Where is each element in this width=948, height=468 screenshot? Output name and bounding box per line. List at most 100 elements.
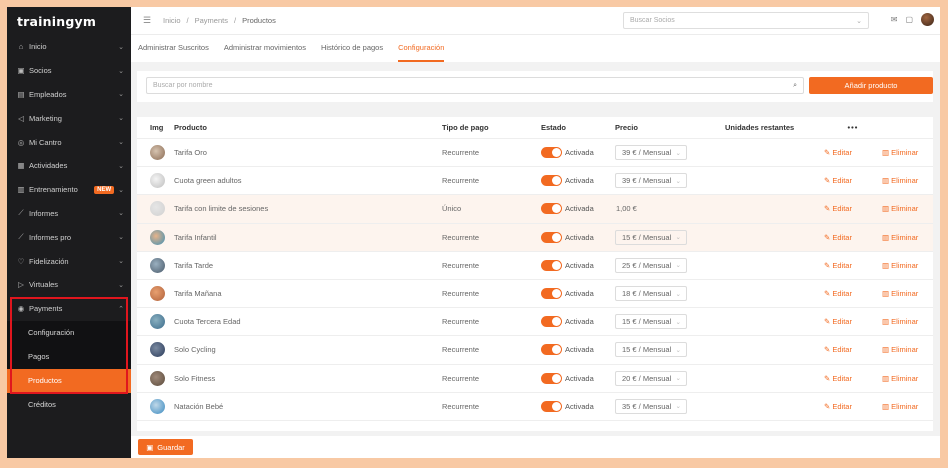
table-row[interactable]: Tarifa Oro Recurrente Activada 39 € / Mensu…: [137, 139, 933, 168]
status-toggle[interactable]: Activada: [541, 259, 615, 271]
bottom-bar: ▣ Guardar: [131, 436, 940, 458]
status-toggle[interactable]: Activada: [541, 400, 615, 412]
edit-button[interactable]: ✎ Editar: [824, 374, 852, 383]
edit-button[interactable]: ✎ Editar: [824, 289, 852, 298]
table-row[interactable]: Tarifa con limite de sesiones Único Activa…: [137, 195, 933, 224]
delete-button[interactable]: ▥ Eliminar: [882, 402, 918, 411]
status-toggle[interactable]: Activada: [541, 175, 615, 187]
table-row[interactable]: Tarifa Infantil Recurrente Activada 15 € / …: [137, 223, 933, 252]
table-row[interactable]: Cuota green adultos Recurrente Activada 39 …: [137, 167, 933, 196]
delete-button[interactable]: ▥ Eliminar: [882, 289, 918, 298]
tab-administrar-movimientos[interactable]: Administrar movimientos: [224, 35, 306, 62]
table-row[interactable]: Cuota Tercera Edad Recurrente Activada 15 €…: [137, 308, 933, 337]
status-toggle[interactable]: Activada: [541, 203, 615, 215]
edit-button[interactable]: ✎ Editar: [824, 345, 852, 354]
breadcrumb-inicio[interactable]: Inicio: [163, 16, 181, 25]
delete-button[interactable]: ▥ Eliminar: [882, 204, 918, 213]
toggle-switch[interactable]: [541, 288, 562, 300]
status-toggle[interactable]: Activada: [541, 288, 615, 300]
sidebar-subitem-productos[interactable]: Productos: [7, 368, 131, 393]
status-toggle[interactable]: Activada: [541, 231, 615, 243]
sidebar-subitem-creditos[interactable]: Créditos: [7, 393, 131, 417]
product-thumbnail: [150, 286, 165, 302]
sidebar-item-inicio[interactable]: ⌂ Inicio ⌄: [7, 35, 131, 59]
sidebar-item-mi-cantro[interactable]: ◎ Mi Cantro ⌄: [7, 130, 131, 154]
toggle-switch[interactable]: [541, 316, 562, 328]
delete-button[interactable]: ▥ Eliminar: [882, 317, 918, 326]
delete-label: Eliminar: [891, 232, 919, 242]
toggle-switch[interactable]: [541, 203, 562, 215]
sidebar-item-socios[interactable]: ▣ Socios ⌄: [7, 59, 131, 83]
edit-button[interactable]: ✎ Editar: [824, 204, 852, 213]
edit-button[interactable]: ✎ Editar: [824, 233, 852, 242]
product-search-input[interactable]: Buscar por nombre ⌕: [146, 77, 804, 94]
edit-button[interactable]: ✎ Editar: [824, 317, 852, 326]
edit-button[interactable]: ✎ Editar: [824, 148, 852, 157]
chat-icon[interactable]: ▢: [905, 15, 913, 24]
save-button[interactable]: ▣ Guardar: [138, 439, 193, 455]
header-tipo: Tipo de pago: [442, 123, 489, 132]
delete-button[interactable]: ▥ Eliminar: [882, 345, 918, 354]
price-select[interactable]: 20 € / Mensual ⌄: [615, 370, 687, 386]
toggle-switch[interactable]: [541, 400, 562, 412]
toggle-switch[interactable]: [541, 344, 562, 356]
toggle-switch[interactable]: [541, 175, 562, 187]
table-row[interactable]: Tarifa Tarde Recurrente Activada 25 € / Men…: [137, 252, 933, 280]
toggle-switch[interactable]: [541, 372, 562, 384]
sidebar-item-informes-pro[interactable]: ⟋ Informes pro ⌄: [7, 225, 131, 249]
edit-button[interactable]: ✎ Editar: [824, 402, 852, 411]
tab-administrar-suscritos[interactable]: Administrar Suscritos: [138, 35, 209, 62]
sidebar-item-marketing[interactable]: ◁ Marketing ⌄: [7, 106, 131, 130]
delete-button[interactable]: ▥ Eliminar: [882, 176, 918, 185]
edit-button[interactable]: ✎ Editar: [824, 176, 852, 185]
member-search-select[interactable]: Buscar Socios ⌄: [623, 12, 869, 29]
sidebar-item-payments[interactable]: ◉ Payments ⌃: [7, 297, 131, 321]
delete-button[interactable]: ▥ Eliminar: [882, 261, 918, 270]
status-label: Activada: [565, 232, 594, 242]
table-row[interactable]: Solo Fitness Recurrente Activada 20 € / Men…: [137, 365, 933, 393]
sidebar-item-entrenamiento[interactable]: ▥ Entrenamiento NEW ⌄: [7, 178, 131, 202]
price-select[interactable]: 39 € / Mensual ⌄: [615, 173, 687, 189]
add-product-button[interactable]: Añadir producto: [809, 77, 933, 94]
sidebar-item-actividades[interactable]: ▦ Actividades ⌄: [7, 154, 131, 178]
delete-button[interactable]: ▥ Eliminar: [882, 148, 918, 157]
brand-logo: trainingym: [17, 13, 97, 29]
price-select[interactable]: 15 € / Mensual ⌄: [615, 229, 687, 245]
price-select[interactable]: 25 € / Mensual ⌄: [615, 257, 687, 273]
table-row[interactable]: Solo Cycling Recurrente Activada 15 € / Men…: [137, 336, 933, 365]
price-select[interactable]: 15 € / Mensual ⌄: [615, 342, 687, 358]
hamburger-menu-icon[interactable]: ☰: [143, 15, 153, 26]
delete-button[interactable]: ▥ Eliminar: [882, 233, 918, 242]
more-icon[interactable]: •••: [848, 123, 859, 132]
tab-configuracion[interactable]: Configuración: [398, 35, 445, 62]
sidebar-item-fidelización[interactable]: ♡ Fidelización ⌄: [7, 249, 131, 273]
sidebar-subitem-configuracion[interactable]: Configuración: [7, 320, 131, 345]
tab-historico-pagos[interactable]: Histórico de pagos: [321, 35, 383, 62]
status-toggle[interactable]: Activada: [541, 147, 615, 159]
search-icon[interactable]: ⌕: [793, 82, 797, 90]
status-toggle[interactable]: Activada: [541, 344, 615, 356]
sidebar-item-empleados[interactable]: ▤ Empleados ⌄: [7, 83, 131, 107]
table-row[interactable]: Tarifa Mañana Recurrente Activada 18 € / Me…: [137, 280, 933, 309]
price-select[interactable]: 35 € / Mensual ⌄: [615, 398, 687, 414]
price-select[interactable]: 15 € / Mensual ⌄: [615, 314, 687, 330]
table-row[interactable]: Natación Bebé Recurrente Activada 35 € / Me…: [137, 393, 933, 421]
price-select[interactable]: 39 € / Mensual ⌄: [615, 145, 687, 161]
toggle-switch[interactable]: [541, 147, 562, 159]
delete-button[interactable]: ▥ Eliminar: [882, 374, 918, 383]
sidebar-item-virtuales[interactable]: ▷ Virtuales ⌄: [7, 273, 131, 297]
sidebar-subitem-pagos[interactable]: Pagos: [7, 344, 131, 369]
user-avatar[interactable]: [921, 13, 934, 26]
status-toggle[interactable]: Activada: [541, 316, 615, 328]
mail-icon[interactable]: ✉: [891, 15, 898, 24]
product-thumbnail: [150, 398, 165, 414]
toggle-switch[interactable]: [541, 259, 562, 271]
chevron-down-icon: ⌄: [675, 346, 681, 354]
breadcrumb-payments[interactable]: Payments: [195, 16, 228, 25]
toggle-switch[interactable]: [541, 231, 562, 243]
edit-button[interactable]: ✎ Editar: [824, 261, 852, 270]
header-more-menu[interactable]: •••: [824, 123, 882, 132]
status-toggle[interactable]: Activada: [541, 372, 615, 384]
sidebar-item-informes[interactable]: ⟋ Informes ⌄: [7, 202, 131, 226]
price-select[interactable]: 18 € / Mensual ⌄: [615, 286, 687, 302]
